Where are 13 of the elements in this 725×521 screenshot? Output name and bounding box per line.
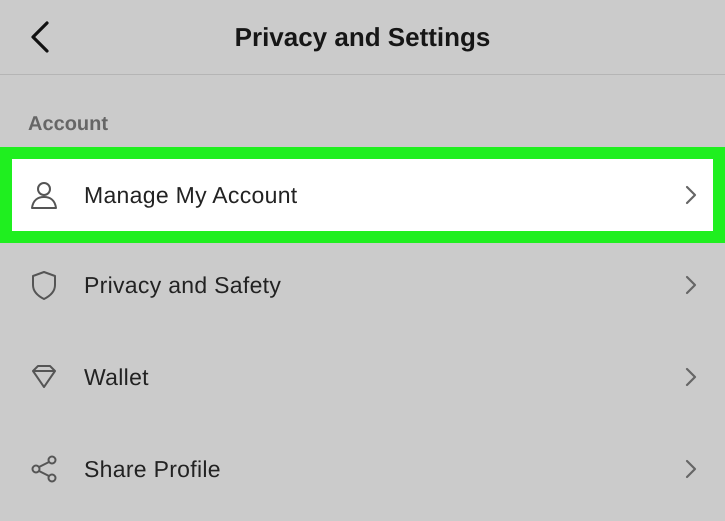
chevron-icon [685, 459, 697, 479]
share-icon [30, 454, 58, 484]
menu-item[interactable]: Share Profile [0, 423, 725, 515]
section-label: Account [27, 112, 109, 137]
shield-icon [30, 270, 58, 300]
chevron-icon [685, 367, 697, 387]
menu-item[interactable]: Manage My Account [0, 147, 725, 243]
back-icon[interactable] [30, 21, 50, 53]
person-icon [30, 180, 58, 210]
screen-title: Privacy and Settings [234, 22, 490, 52]
chevron-icon [685, 185, 697, 205]
menu-item[interactable]: Wallet [0, 331, 725, 423]
chevron-icon [685, 275, 697, 295]
